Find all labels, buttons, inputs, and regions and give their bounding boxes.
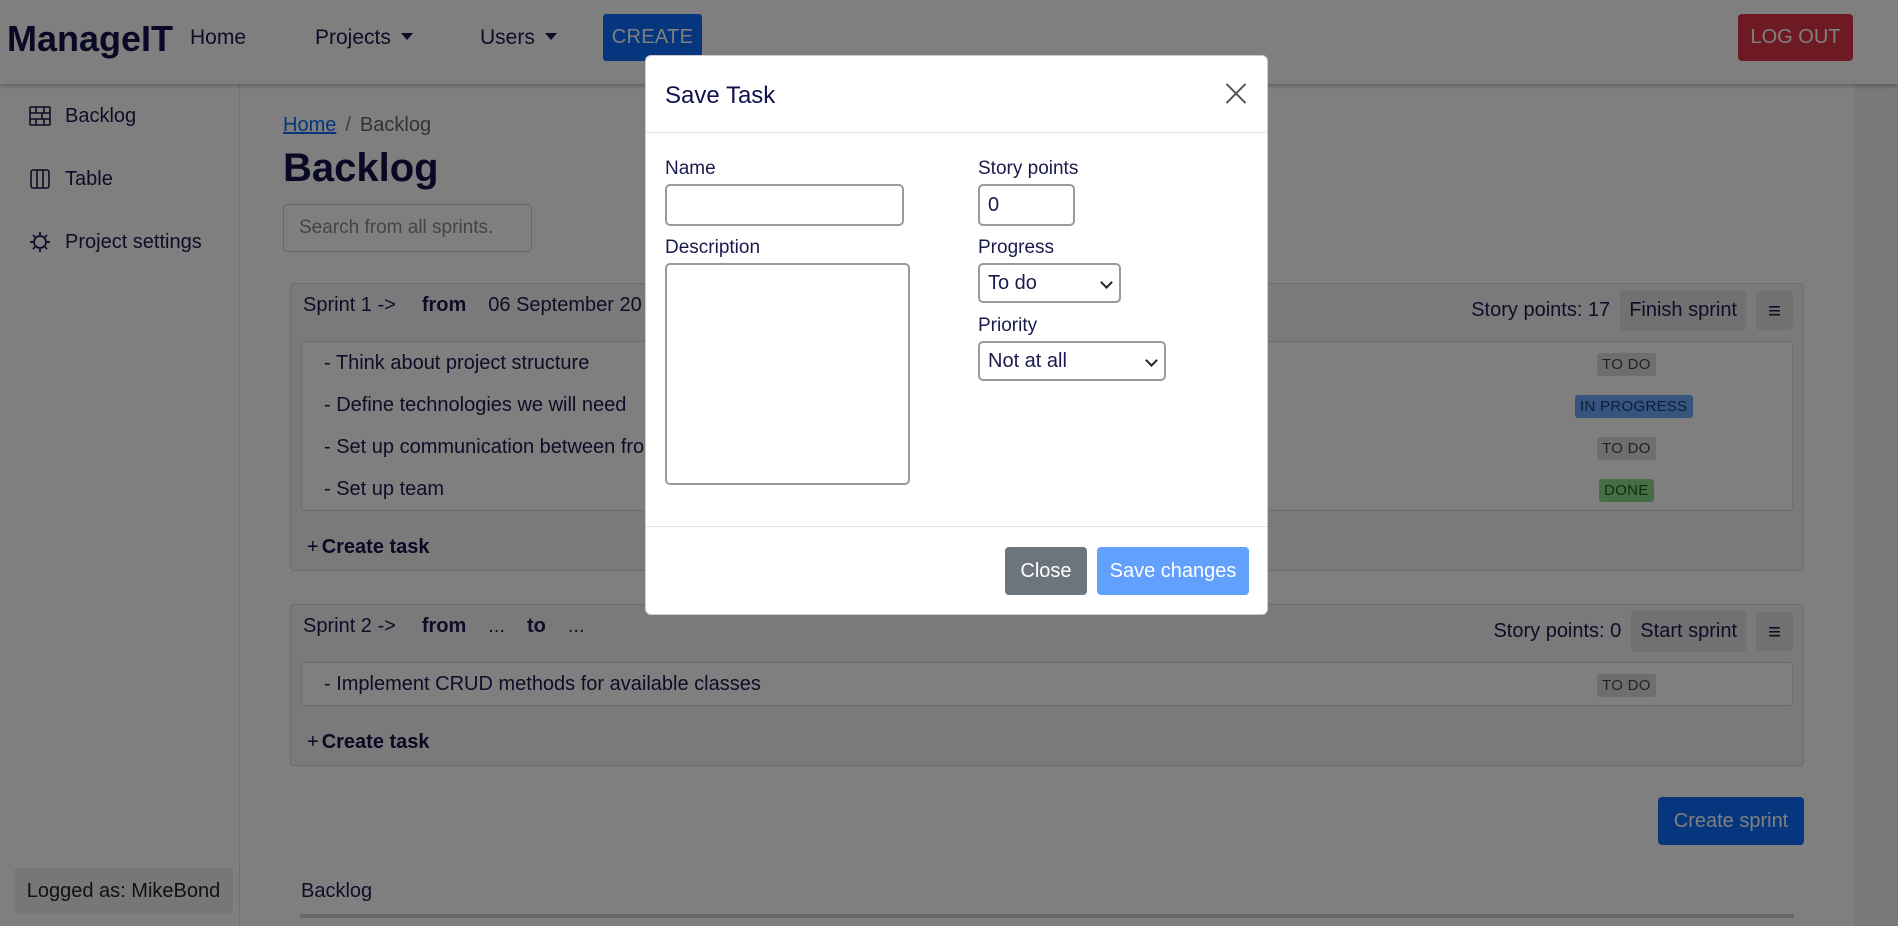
modal-title: Save Task	[665, 82, 776, 109]
progress-select-wrapper: To do	[978, 263, 1121, 303]
story-points-label: Story points	[978, 158, 1079, 179]
name-field[interactable]	[665, 184, 904, 226]
close-button[interactable]: Close	[1005, 547, 1087, 595]
save-changes-button[interactable]: Save changes	[1097, 547, 1249, 595]
name-label: Name	[665, 158, 716, 179]
modal-footer: Close Save changes	[646, 526, 1267, 614]
priority-select[interactable]: Not at all	[978, 341, 1166, 381]
progress-label: Progress	[978, 237, 1055, 258]
progress-select[interactable]: To do	[978, 263, 1121, 303]
priority-label: Priority	[978, 315, 1038, 336]
close-icon[interactable]	[1221, 78, 1251, 108]
description-label: Description	[665, 237, 761, 258]
save-task-modal: Save Task Name Description Story points …	[645, 55, 1268, 615]
story-points-field[interactable]	[978, 184, 1075, 226]
description-field[interactable]	[665, 263, 910, 485]
modal-header: Save Task	[646, 56, 1267, 133]
priority-select-wrapper: Not at all	[978, 341, 1166, 381]
